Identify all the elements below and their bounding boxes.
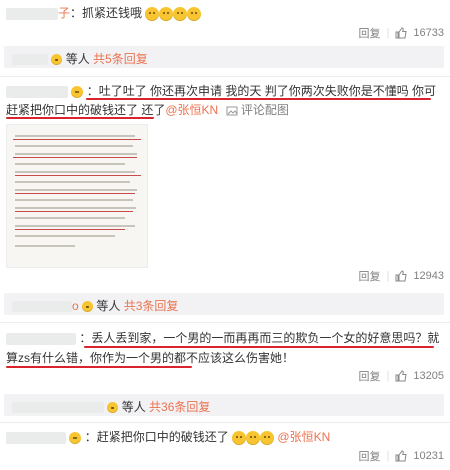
username-blurred[interactable] [6, 332, 76, 345]
image-indicator[interactable]: 评论配图 [226, 103, 289, 117]
laughing-emoji-icon [260, 430, 275, 445]
thumbs-up-icon[interactable] [395, 27, 407, 39]
comment-text: ：抓紧还钱哦 [70, 6, 143, 20]
reply-summary-bar: 等人 共5条回复 [4, 46, 444, 68]
thumbs-up-icon[interactable] [395, 450, 407, 462]
username[interactable]: o [72, 299, 79, 313]
comment-2: ：吐了吐了 你还再次申请 我的天 判了你两次失败你是不懂吗 你可赶紧把你口中的破… [0, 80, 450, 285]
reply-button[interactable]: 回复 [359, 268, 381, 284]
like-count: 13205 [413, 370, 444, 382]
grin-emoji-icon [173, 6, 188, 21]
avatar-emoji-icon [69, 431, 82, 444]
username-blurred[interactable] [6, 85, 68, 98]
grin-emoji-icon [145, 6, 160, 21]
username-blurred[interactable] [6, 7, 58, 20]
comment-actions: 回复 | 13205 [358, 368, 444, 384]
divider [0, 76, 450, 77]
reply-summary-bar: o 等人 共3条回复 [4, 293, 444, 315]
comment-actions: 回复 | 10231 [358, 448, 444, 464]
attached-image[interactable] [6, 124, 148, 268]
view-replies-link[interactable]: 共36条回复 [149, 400, 210, 414]
avatar-emoji-icon [71, 85, 84, 98]
thumbs-up-icon[interactable] [395, 270, 407, 282]
grin-emoji-icon [187, 6, 202, 21]
avatar-emoji-icon [107, 402, 119, 414]
reply-summary-bar: 等人 共36条回复 [4, 394, 444, 416]
laughing-emoji-icon [232, 430, 247, 445]
grin-emoji-icon [159, 6, 174, 21]
red-underline-annotation [84, 346, 434, 348]
mention-link[interactable]: @张恒KN [165, 103, 218, 117]
like-count: 12943 [413, 270, 444, 282]
view-replies-link[interactable]: 共5条回复 [93, 52, 148, 66]
like-count: 10231 [413, 450, 444, 462]
comment-4: ：赶紧把你口中的破钱还了 @张恒KN 回复 | 10231 [0, 426, 450, 470]
divider [0, 422, 450, 423]
reply-suffix: 等人 [65, 52, 90, 66]
reply-suffix: 等人 [121, 400, 146, 414]
comment-text: ：赶紧把你口中的破钱还了 [84, 430, 229, 444]
like-count: 16733 [413, 27, 444, 39]
laughing-emoji-icon [246, 430, 261, 445]
comment-actions: 回复 | 12943 [358, 268, 444, 284]
comment-actions: 回复 | 16733 [358, 25, 444, 41]
divider [0, 322, 450, 323]
image-icon [226, 106, 238, 116]
thumbs-up-icon[interactable] [395, 370, 407, 382]
reply-button[interactable]: 回复 [359, 448, 381, 464]
comment-3: ：丢人丢到家，一个男的一而再再而三的欺负一个女的好意思吗？就算zs有什么错，你作… [0, 326, 450, 386]
mention-link[interactable]: @张恒KN [277, 430, 330, 444]
red-underline-annotation [6, 117, 154, 119]
image-link-label: 评论配图 [240, 103, 289, 117]
avatar-emoji-icon [51, 54, 63, 66]
reply-button[interactable]: 回复 [359, 368, 381, 384]
comment-1: 子：抓紧还钱哦 回复 | 16733 [0, 2, 450, 42]
username-blurred[interactable] [12, 402, 104, 414]
username-blurred[interactable] [12, 301, 72, 313]
view-replies-link[interactable]: 共3条回复 [124, 299, 179, 313]
red-underline-annotation [6, 366, 192, 368]
reply-suffix: 等人 [96, 299, 121, 313]
reply-button[interactable]: 回复 [359, 25, 381, 41]
username-blurred[interactable] [6, 431, 66, 444]
username[interactable]: 子 [58, 6, 70, 20]
username-blurred[interactable] [12, 54, 48, 66]
red-underline-annotation [86, 98, 431, 100]
avatar-emoji-icon [82, 301, 94, 313]
